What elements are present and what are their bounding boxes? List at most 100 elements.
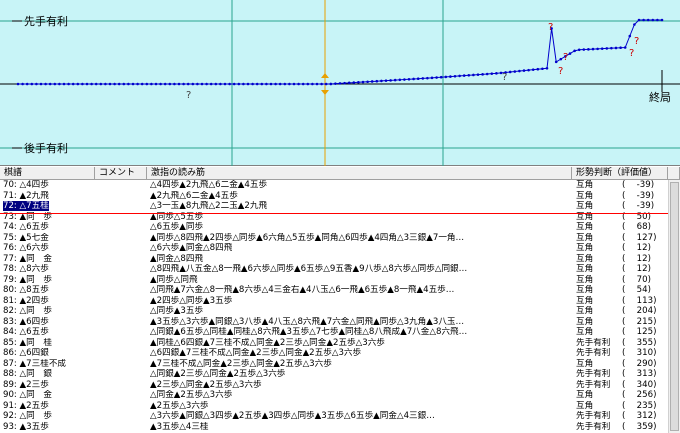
evaluation-point — [274, 82, 277, 86]
evaluation-point — [94, 82, 98, 86]
reading-line-cell: ▲7三桂不成△同金▲2三歩△同金▲2五歩△3六歩 — [150, 358, 332, 369]
evaluation-point — [642, 18, 645, 22]
evaluation-point — [182, 82, 185, 86]
table-row[interactable]: 81: ▲2四歩 ▲2四歩△同歩▲3五歩 互角 ( 113) — [0, 296, 668, 307]
evaluation-point — [347, 81, 351, 85]
table-row[interactable]: 77: ▲同 金 ▲同金△8四飛 互角 ( 12) — [0, 254, 668, 265]
table-row[interactable]: 76: △6六歩 △6六歩▲同金△8四飛 互角 ( 12) — [0, 243, 668, 254]
evaluation-point — [320, 82, 323, 86]
evaluation-point — [76, 82, 80, 86]
reading-line-cell: ▲3五歩△3六歩▲同銀△3八歩▲4八玉△8六飛▲7六金△同飛▲同歩△3九角▲3八… — [150, 316, 465, 327]
move-text: 89: ▲2三歩 — [3, 379, 49, 390]
move-cell: 72: △7五桂 — [3, 201, 95, 212]
questionable-move-mark: ? — [558, 66, 563, 77]
move-text: 71: ▲2九飛 — [3, 190, 49, 201]
move-text: 92: △同 歩 — [3, 411, 52, 421]
judgement-cell: 互角 — [576, 400, 594, 411]
table-row[interactable]: 87: ▲7三桂不成 ▲7三桂不成△同金▲2三歩△同金▲2五歩△3六歩 互角 ( 29… — [0, 359, 668, 370]
table-row[interactable]: 88: △同 銀 △同銀▲2三歩△同金▲2五歩△3六歩 先手有利 ( 313) — [0, 369, 668, 380]
evaluation-graph[interactable]: 先手有利 後手有利 終局 ??????? — [0, 0, 680, 166]
evaluation-point — [416, 77, 420, 81]
evaluation-value-cell: ( -39) — [622, 180, 655, 190]
table-row[interactable]: 84: △6五歩 △同銀▲6五歩△同桂▲同桂△8六飛▲3五歩△7七歩▲同桂△8八飛… — [0, 327, 668, 338]
table-row[interactable]: 72: △7五桂 △3一玉▲8九飛△2二玉▲2九飛 互角 ( -39) — [0, 201, 668, 212]
evaluation-point — [145, 82, 149, 86]
table-row[interactable]: 85: ▲同 桂 ▲同桂△6四銀▲7三桂不成△同金▲2三歩△同金▲2五歩△3六歩 先… — [0, 338, 668, 349]
evaluation-point — [380, 79, 383, 83]
evaluation-point — [453, 74, 457, 78]
evaluation-point — [536, 67, 540, 71]
reading-line-cell: △同銀▲6五歩△同桂▲同桂△8六飛▲3五歩△7七歩▲同桂△8八飛成▲7八金△8六… — [150, 327, 468, 337]
table-row[interactable]: 83: ▲6四歩 ▲3五歩△3六歩▲同銀△3八歩▲4八玉△8六飛▲7六金△同飛▲同… — [0, 317, 668, 328]
table-row[interactable]: 71: ▲2九飛 ▲2九飛△6二金▲4五歩 互角 ( -39) — [0, 191, 668, 202]
evaluation-point — [223, 82, 227, 86]
move-cell: 77: ▲同 金 — [3, 254, 95, 265]
reading-line-cell: △6四銀▲7三桂不成△同金▲2三歩△同金▲2五歩△3六歩 — [150, 348, 362, 358]
table-row[interactable]: 75: ▲5七金 ▲同歩△8四飛▲2四歩△同歩▲6六角△5五歩▲同角△6四歩▲4四… — [0, 233, 668, 244]
evaluation-point — [623, 46, 627, 49]
table-row[interactable]: 92: △同 歩 △3六歩▲同銀△3四歩▲2五歩▲3四歩△同歩▲3五歩△6五歩▲同… — [0, 411, 668, 422]
evaluation-point — [389, 79, 392, 82]
evaluation-point — [412, 77, 415, 81]
table-row[interactable]: 89: ▲2三歩 ▲2三歩△同金▲2五歩△3六歩 先手有利 ( 340) — [0, 380, 668, 391]
evaluation-point — [637, 18, 641, 22]
evaluation-point — [196, 82, 199, 86]
evaluation-point — [85, 82, 89, 86]
header-evaluation[interactable]: 形勢判断（評価値） — [572, 167, 668, 180]
evaluation-point — [99, 82, 103, 86]
move-cell: 80: △8五歩 — [3, 285, 95, 296]
evaluation-point — [127, 82, 130, 86]
move-text: 78: △8六歩 — [3, 264, 49, 274]
header-reading-line[interactable]: 激指の読み筋 — [147, 167, 572, 180]
evaluation-point — [541, 67, 544, 71]
evaluation-value-cell: ( 54) — [622, 285, 651, 295]
move-cell: 74: △6五歩 — [3, 222, 95, 233]
evaluation-point — [384, 79, 388, 82]
table-row[interactable]: 82: △同 歩 △同歩▲3五歩 互角 ( 204) — [0, 306, 668, 317]
kifu-analysis-table[interactable]: 棋譜 コメント 激指の読み筋 形勢判断（評価値） 70: △4四歩 △4四歩▲2九… — [0, 167, 680, 433]
table-row[interactable]: 74: △6五歩 △6五歩▲同歩 互角 ( 68) — [0, 222, 668, 233]
evaluation-point — [334, 82, 337, 85]
evaluation-point — [646, 18, 650, 22]
table-row[interactable]: 79: ▲同 歩 ▲同歩△同飛 互角 ( 70) — [0, 275, 668, 286]
evaluation-value-cell: ( 355) — [622, 337, 657, 348]
table-row[interactable]: 90: △同 金 △同金▲2五歩△3六歩 互角 ( 256) — [0, 390, 668, 401]
evaluation-point — [168, 82, 172, 86]
move-cell: 75: ▲5七金 — [3, 233, 95, 244]
evaluation-point — [600, 47, 604, 50]
questionable-move-mark: ? — [186, 90, 191, 101]
evaluation-value-cell: ( 359) — [622, 421, 657, 432]
table-row[interactable]: 86: △6四銀 △6四銀▲7三桂不成△同金▲2三歩△同金▲2五歩△3六歩 先手有利… — [0, 348, 668, 359]
table-row[interactable]: 78: △8六歩 △8四飛▲八五金△8一飛▲6六歩△同歩▲6五歩△9五香▲9八歩△… — [0, 264, 668, 275]
evaluation-point — [288, 82, 291, 86]
evaluation-point — [39, 82, 43, 86]
reading-line-cell: ▲同歩△同飛 — [150, 274, 198, 285]
header-kifu[interactable]: 棋譜 — [0, 167, 95, 180]
vertical-scrollbar[interactable] — [668, 180, 680, 433]
evaluation-point — [269, 82, 273, 86]
evaluation-point — [251, 82, 254, 86]
evaluation-point — [393, 78, 397, 82]
evaluation-point — [545, 67, 549, 70]
table-row[interactable]: 70: △4四歩 △4四歩▲2九飛△6二金▲4五歩 互角 ( -39) — [0, 180, 668, 191]
evaluation-graph-canvas[interactable]: 先手有利 後手有利 終局 ??????? — [0, 0, 680, 166]
evaluation-point — [186, 82, 190, 86]
header-corner — [668, 167, 680, 180]
judgement-cell: 互角 — [576, 327, 594, 337]
table-row[interactable]: 80: △8五歩 △同飛▲7六金△8一飛▲8六歩△4三金右▲4八玉△6一飛▲6五歩… — [0, 285, 668, 296]
move-text: 72: △7五桂 — [3, 201, 49, 211]
evaluation-point — [16, 82, 20, 86]
evaluation-point — [518, 69, 521, 73]
evaluation-point — [58, 82, 61, 86]
evaluation-point — [62, 82, 66, 86]
table-row[interactable]: 93: ▲3五歩 ▲3五歩△4三桂 先手有利 ( 359) — [0, 422, 668, 433]
judgement-cell: 互角 — [576, 232, 594, 243]
table-row[interactable]: 91: ▲2五歩 ▲2五歩△3六歩 互角 ( 235) — [0, 401, 668, 412]
header-comment[interactable]: コメント — [95, 167, 147, 180]
evaluation-point — [122, 82, 126, 86]
evaluation-point — [136, 82, 139, 86]
reading-line-cell: ▲同桂△6四銀▲7三桂不成△同金▲2三歩△同金▲2五歩△3六歩 — [150, 337, 385, 348]
evaluation-point — [306, 82, 310, 86]
scrollbar-thumb[interactable] — [670, 182, 679, 431]
move-text: 84: △6五歩 — [3, 327, 49, 337]
